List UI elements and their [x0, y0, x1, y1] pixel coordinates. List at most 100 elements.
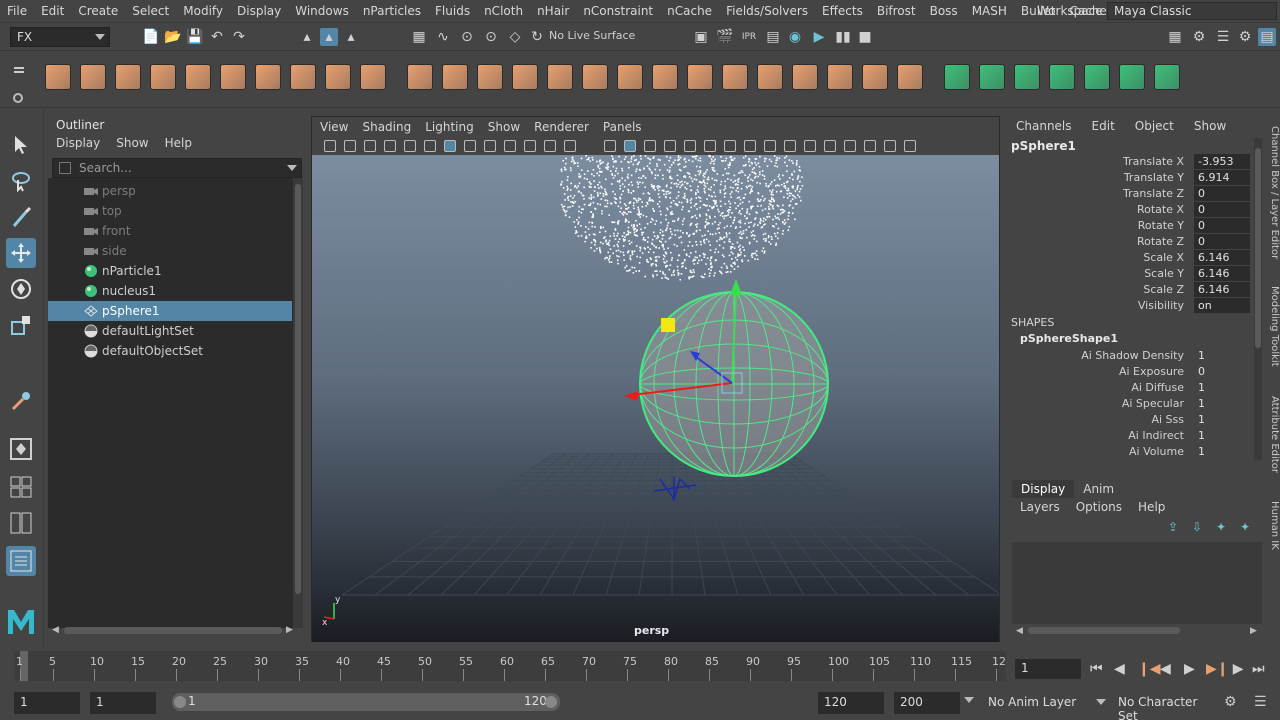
- reduce-shelf-icon[interactable]: [862, 64, 888, 90]
- torus-shelf-icon[interactable]: [220, 64, 246, 90]
- shape-attr-row[interactable]: Ai Exposure 0: [1006, 364, 1252, 380]
- select-component-icon[interactable]: ▴: [342, 28, 360, 46]
- shelf-menu-icon[interactable]: [14, 67, 24, 69]
- channel-box-menu-edit[interactable]: Edit: [1092, 119, 1115, 133]
- outliner-menu-display[interactable]: Display: [56, 136, 100, 150]
- arnold-render-icon[interactable]: ◉: [786, 28, 804, 46]
- shape-attr-value[interactable]: 1: [1194, 380, 1250, 395]
- nucleus-shelf-icon[interactable]: [1154, 64, 1180, 90]
- channel-row[interactable]: Translate X -3.953: [1006, 154, 1252, 170]
- shape-attr-value[interactable]: off: [1194, 460, 1250, 462]
- move-tool-icon[interactable]: [6, 238, 36, 268]
- sculpt-tool-icon[interactable]: [6, 386, 36, 416]
- tab-channel-box[interactable]: Channel Box / Layer Editor: [1264, 126, 1280, 259]
- move-layer-down-icon[interactable]: ⇩: [1192, 520, 1202, 534]
- nparticle-emit-shelf-icon[interactable]: [944, 64, 970, 90]
- image-plane-icon[interactable]: [384, 140, 396, 152]
- scroll-thumb[interactable]: [1028, 627, 1180, 634]
- outliner-item[interactable]: persp: [48, 181, 292, 201]
- search-filter-icon[interactable]: [59, 162, 71, 174]
- safe-action-icon[interactable]: [544, 140, 556, 152]
- channel-box-scrollbar[interactable]: [1254, 138, 1262, 460]
- layer-editor-scrollbar[interactable]: ◀ ▶: [1016, 626, 1257, 636]
- grease-pencil-icon[interactable]: [424, 140, 436, 152]
- merge-shelf-icon[interactable]: [687, 64, 713, 90]
- step-forward-frame-icon[interactable]: ▶❙: [1206, 661, 1229, 677]
- outliner-item[interactable]: top: [48, 201, 292, 221]
- channel-row[interactable]: Scale Y 6.146: [1006, 266, 1252, 282]
- 2d-pan-icon[interactable]: [404, 140, 416, 152]
- anim-layer-select[interactable]: No Anim Layer: [982, 692, 1108, 714]
- scroll-right-icon[interactable]: ▶: [1250, 626, 1257, 636]
- viewport-menu-renderer[interactable]: Renderer: [534, 120, 589, 134]
- select-hierarchy-icon[interactable]: ▴: [298, 28, 316, 46]
- render-settings-icon[interactable]: ▤: [764, 28, 782, 46]
- menu-mash[interactable]: MASH: [965, 4, 1014, 18]
- new-layer-selected-icon[interactable]: ✦: [1240, 520, 1250, 534]
- shape-attr-row[interactable]: Ai Indirect 1: [1006, 428, 1252, 444]
- channel-row[interactable]: Scale Z 6.146: [1006, 282, 1252, 298]
- xray-components-icon[interactable]: [864, 140, 876, 152]
- xray-joints-icon[interactable]: [844, 140, 856, 152]
- scroll-thumb[interactable]: [295, 184, 301, 594]
- field-shelf-icon[interactable]: [1084, 64, 1110, 90]
- outliner-item[interactable]: pSphere1: [48, 301, 292, 321]
- snap-view-icon[interactable]: ⊙: [482, 28, 500, 46]
- shelf-settings-icon[interactable]: [13, 93, 23, 103]
- tab-human-ik[interactable]: Human IK: [1264, 501, 1280, 550]
- camera-attr-icon[interactable]: [344, 140, 356, 152]
- outliner-item[interactable]: side: [48, 241, 292, 261]
- outliner-menu-help[interactable]: Help: [165, 136, 192, 150]
- outliner-search-input[interactable]: Search...: [52, 158, 302, 178]
- smooth-shelf-icon[interactable]: [722, 64, 748, 90]
- make-live-icon[interactable]: ↻: [528, 28, 546, 46]
- cone-shelf-icon[interactable]: [150, 64, 176, 90]
- arnold-play-icon[interactable]: ▶: [810, 28, 828, 46]
- resolution-gate-icon[interactable]: [484, 140, 496, 152]
- single-layout-icon[interactable]: [6, 434, 36, 464]
- chevron-down-icon[interactable]: [287, 165, 297, 171]
- shape-attr-row[interactable]: Ai Sss 1: [1006, 412, 1252, 428]
- quad-draw-shelf-icon[interactable]: [792, 64, 818, 90]
- select-camera-icon[interactable]: [324, 140, 336, 152]
- menu-edit[interactable]: Edit: [34, 4, 71, 18]
- depth-of-field-icon[interactable]: [784, 140, 796, 152]
- menu-nconstraint[interactable]: nConstraint: [576, 4, 660, 18]
- range-slider[interactable]: 1 120: [172, 693, 560, 711]
- tab-display[interactable]: Display: [1012, 480, 1075, 498]
- shape-attr-value[interactable]: 1: [1194, 396, 1250, 411]
- channel-value[interactable]: 6.146: [1194, 282, 1250, 297]
- channel-row[interactable]: Translate Y 6.914: [1006, 170, 1252, 186]
- use-all-lights-icon[interactable]: [684, 140, 696, 152]
- channel-value[interactable]: 0: [1194, 218, 1250, 233]
- cache-shelf-icon[interactable]: [1119, 64, 1145, 90]
- open-scene-icon[interactable]: 📂: [164, 28, 182, 46]
- snap-curve-icon[interactable]: ∿: [434, 28, 452, 46]
- channel-value[interactable]: 6.914: [1194, 170, 1250, 185]
- tab-modeling-toolkit[interactable]: Modeling Toolkit: [1264, 286, 1280, 367]
- go-to-end-icon[interactable]: ⏭: [1252, 661, 1265, 677]
- shape-attr-value[interactable]: 1: [1194, 428, 1250, 443]
- append-shelf-icon[interactable]: [582, 64, 608, 90]
- shape-attr-value[interactable]: 1: [1194, 348, 1250, 363]
- modeling-toolkit-icon[interactable]: ⚙: [1190, 28, 1208, 46]
- four-view-layout-icon[interactable]: [6, 472, 36, 502]
- layer-menu-layers[interactable]: Layers: [1020, 500, 1060, 514]
- channel-row[interactable]: Rotate Z 0: [1006, 234, 1252, 250]
- insert-loop-shelf-icon[interactable]: [652, 64, 678, 90]
- new-scene-icon[interactable]: 📄: [142, 28, 160, 46]
- play-forwards-icon[interactable]: ▶: [1184, 661, 1195, 677]
- triangulate-shelf-icon[interactable]: [897, 64, 923, 90]
- workspace-select[interactable]: Maya Classic: [1107, 2, 1277, 20]
- outliner-item[interactable]: defaultObjectSet: [48, 341, 292, 361]
- field-chart-icon[interactable]: [524, 140, 536, 152]
- auto-key-icon[interactable]: ⚙: [1224, 694, 1237, 710]
- snap-point-icon[interactable]: ⊙: [458, 28, 476, 46]
- channel-value[interactable]: -3.953: [1194, 154, 1250, 169]
- go-to-start-icon[interactable]: ⏮: [1090, 661, 1103, 677]
- step-back-frame-icon[interactable]: ❙◀: [1138, 661, 1161, 677]
- channel-value[interactable]: 0: [1194, 202, 1250, 217]
- menu-modify[interactable]: Modify: [176, 4, 230, 18]
- shape-attr-row[interactable]: Ai Specular 1: [1006, 396, 1252, 412]
- nhair-shelf-icon[interactable]: [1014, 64, 1040, 90]
